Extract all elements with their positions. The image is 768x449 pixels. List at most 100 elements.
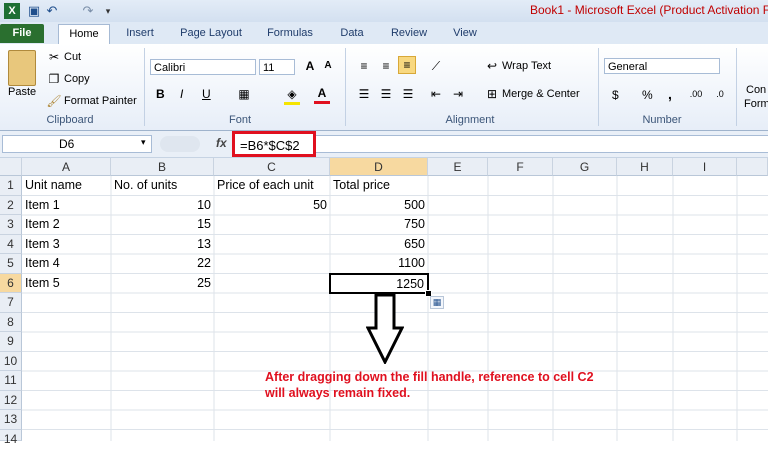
column-header[interactable]: E <box>428 158 488 176</box>
increase-decimal-icon[interactable]: .00 <box>688 86 704 102</box>
column-header[interactable]: B <box>111 158 214 176</box>
cell-d5[interactable]: 1100 <box>330 254 428 274</box>
font-color-icon[interactable]: A <box>314 85 330 104</box>
tab-page-layout[interactable]: Page Layout <box>172 24 250 43</box>
tab-home[interactable]: Home <box>58 24 110 45</box>
grow-font-icon[interactable]: A <box>302 58 318 74</box>
formula-input-area[interactable] <box>316 135 768 153</box>
font-size-select[interactable]: 11 <box>259 59 295 75</box>
row-header[interactable]: 2 <box>0 195 22 215</box>
cell-a4[interactable]: Item 3 <box>22 235 111 255</box>
cell-d1[interactable]: Total price <box>330 176 428 196</box>
tab-insert[interactable]: Insert <box>118 24 162 43</box>
align-bottom-icon[interactable]: ≡ <box>398 56 416 74</box>
cell-b3[interactable]: 15 <box>111 215 214 235</box>
align-left-icon[interactable]: ☰ <box>356 86 372 102</box>
comma-button[interactable]: , <box>668 86 672 102</box>
font-family-select[interactable]: Calibri <box>150 59 256 75</box>
decrease-decimal-icon[interactable]: .0 <box>712 86 728 102</box>
cell-a3[interactable]: Item 2 <box>22 215 111 235</box>
paste-icon[interactable] <box>8 50 36 86</box>
row-header[interactable]: 11 <box>0 371 22 391</box>
cell-b5[interactable]: 22 <box>111 254 214 274</box>
align-middle-icon[interactable]: ≡ <box>378 58 394 74</box>
row-header[interactable]: 13 <box>0 410 22 430</box>
tab-data[interactable]: Data <box>332 24 372 43</box>
row-header[interactable]: 10 <box>0 351 22 371</box>
column-header[interactable]: F <box>488 158 553 176</box>
cell-a1[interactable]: Unit name <box>22 176 111 196</box>
copy-button[interactable]: Copy <box>64 73 90 85</box>
underline-button[interactable]: U <box>202 87 211 101</box>
bold-button[interactable]: B <box>156 87 165 101</box>
percent-button[interactable]: % <box>642 88 653 102</box>
borders-icon[interactable]: ▦ <box>236 86 252 102</box>
row-header[interactable]: 4 <box>0 234 22 254</box>
shrink-font-icon[interactable]: A <box>320 58 336 74</box>
name-box[interactable]: D6 ▾ <box>2 135 152 153</box>
column-header[interactable]: H <box>617 158 673 176</box>
row-header[interactable]: 3 <box>0 215 22 235</box>
paste-button[interactable]: Paste <box>8 86 36 98</box>
italic-button[interactable]: I <box>180 87 183 101</box>
column-header-selected[interactable]: D <box>330 158 428 176</box>
insert-function-icon[interactable]: fx <box>216 136 227 150</box>
wrap-text-button[interactable]: Wrap Text <box>502 60 551 72</box>
customize-qat-icon[interactable]: ▾ <box>100 3 116 19</box>
row-header[interactable]: 5 <box>0 254 22 274</box>
cell-b6[interactable]: 25 <box>111 274 214 294</box>
cell-c2[interactable]: 50 <box>214 196 330 216</box>
column-header[interactable] <box>737 158 768 176</box>
decrease-indent-icon[interactable]: ⇤ <box>428 86 444 102</box>
copy-icon[interactable]: ❐ <box>46 71 62 87</box>
wrap-text-icon[interactable]: ↩ <box>484 58 500 74</box>
merge-center-icon[interactable]: ⊞ <box>484 86 500 102</box>
formula-input[interactable]: =B6*$C$2 <box>232 131 316 157</box>
tab-formulas[interactable]: Formulas <box>260 24 320 43</box>
row-header[interactable]: 7 <box>0 293 22 313</box>
tab-review[interactable]: Review <box>384 24 434 43</box>
cell-a6[interactable]: Item 5 <box>22 274 111 294</box>
cell-b2[interactable]: 10 <box>111 196 214 216</box>
cut-button[interactable]: Cut <box>64 51 81 63</box>
cell-d6-active[interactable]: 1250 <box>329 272 429 294</box>
save-icon[interactable]: ▣ <box>26 3 42 19</box>
increase-indent-icon[interactable]: ⇥ <box>450 86 466 102</box>
cell-b4[interactable]: 13 <box>111 235 214 255</box>
currency-button[interactable]: $ <box>612 88 619 102</box>
cell-d2[interactable]: 500 <box>330 196 428 216</box>
column-header[interactable]: G <box>553 158 617 176</box>
auto-fill-options-icon[interactable]: ▦ <box>430 296 444 309</box>
cell-c1[interactable]: Price of each unit <box>214 176 330 196</box>
align-top-icon[interactable]: ≡ <box>356 58 372 74</box>
merge-center-button[interactable]: Merge & Center <box>502 88 580 100</box>
cell-a5[interactable]: Item 4 <box>22 254 111 274</box>
cell-d3[interactable]: 750 <box>330 215 428 235</box>
row-header[interactable]: 1 <box>0 176 22 196</box>
row-header-selected[interactable]: 6 <box>0 273 22 293</box>
tab-view[interactable]: View <box>444 24 486 43</box>
row-header[interactable]: 14 <box>0 429 22 446</box>
format-painter-button[interactable]: Format Painter <box>64 95 137 107</box>
cell-d4[interactable]: 650 <box>330 235 428 255</box>
select-all-corner[interactable] <box>0 158 22 176</box>
align-center-icon[interactable]: ☰ <box>378 86 394 102</box>
row-header[interactable]: 8 <box>0 312 22 332</box>
row-header[interactable]: 12 <box>0 390 22 410</box>
cell-a2[interactable]: Item 1 <box>22 196 111 216</box>
cut-icon[interactable]: ✂ <box>46 49 62 65</box>
column-header[interactable]: C <box>214 158 330 176</box>
orientation-icon[interactable]: ⟋ <box>428 58 444 74</box>
align-right-icon[interactable]: ☰ <box>400 86 416 102</box>
format-painter-icon[interactable]: 🖌 <box>46 93 62 109</box>
redo-icon[interactable]: ↷ <box>80 3 96 19</box>
undo-icon[interactable]: ↶ <box>44 3 60 19</box>
tab-file[interactable]: File <box>0 24 44 43</box>
cell-b1[interactable]: No. of units <box>111 176 214 196</box>
fill-color-icon[interactable]: ◈ <box>284 86 300 105</box>
number-format-select[interactable]: General <box>604 58 720 74</box>
column-header[interactable]: A <box>22 158 111 176</box>
row-header[interactable]: 9 <box>0 332 22 352</box>
column-header[interactable]: I <box>673 158 737 176</box>
conditional-formatting-button[interactable]: Con <box>746 84 766 96</box>
